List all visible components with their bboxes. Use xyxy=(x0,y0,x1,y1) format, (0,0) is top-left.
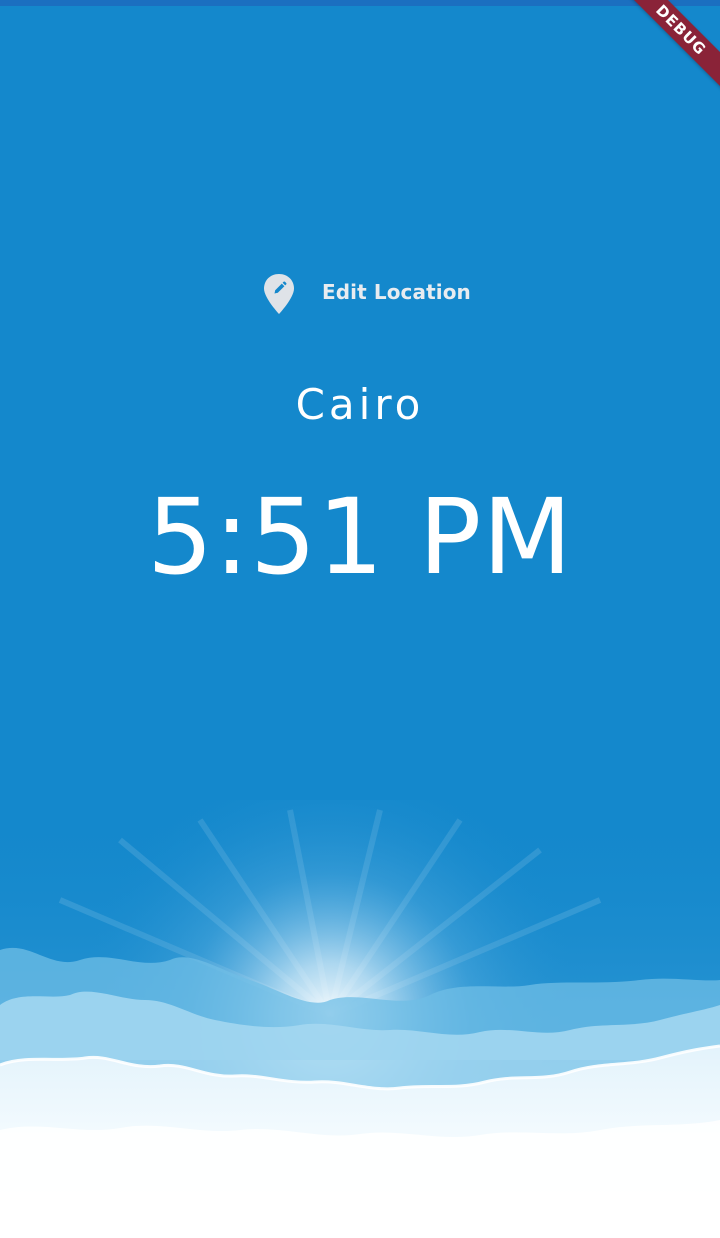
edit-location-button[interactable]: Edit Location xyxy=(256,268,471,316)
status-bar-strip xyxy=(0,0,720,6)
clouds-sun-illustration xyxy=(0,800,720,1238)
debug-banner: DEBUG xyxy=(612,0,720,99)
edit-location-icon xyxy=(256,268,302,316)
edit-location-label: Edit Location xyxy=(322,280,471,304)
city-name: Cairo xyxy=(295,380,425,429)
current-time: 5:51 PM xyxy=(146,476,574,598)
